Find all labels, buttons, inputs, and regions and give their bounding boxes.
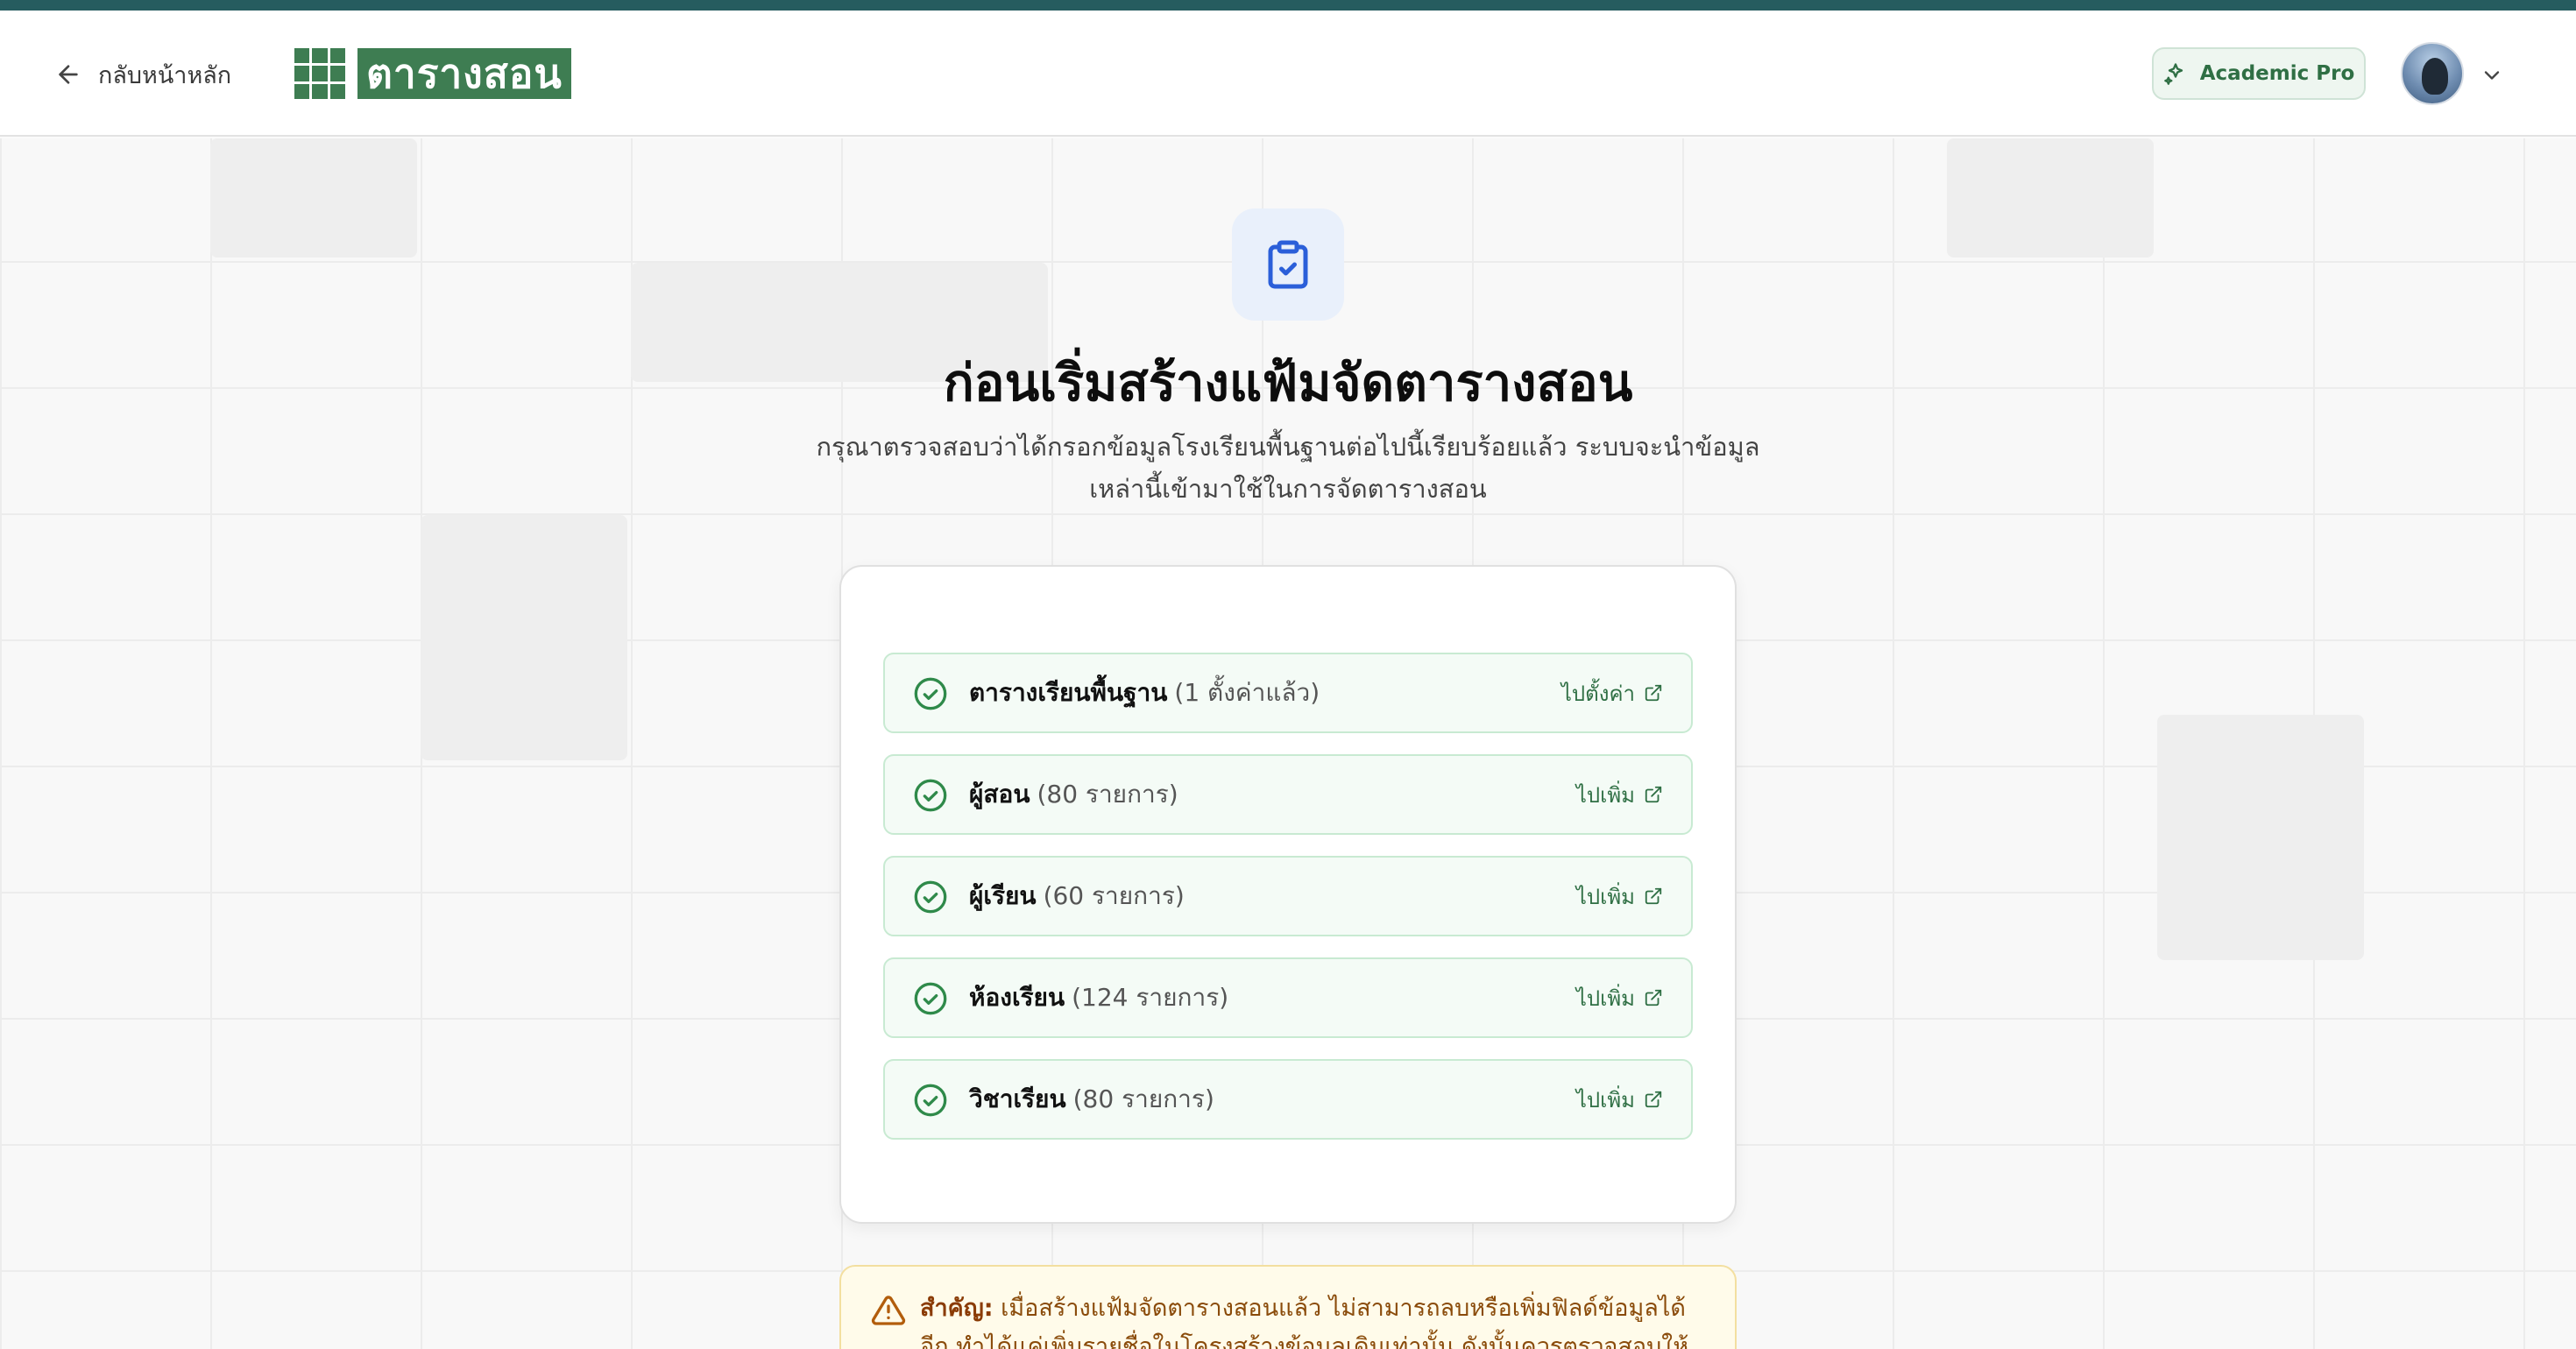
checklist-item-count: (124 รายการ)	[1072, 983, 1229, 1012]
checklist-item-label: วิชาเรียน	[969, 1084, 1066, 1113]
checklist-item-count: (1 ตั้งค่าแล้ว)	[1174, 678, 1320, 707]
checklist-item-action: ไปเพิ่ม	[1575, 884, 1635, 909]
add-teachers-link[interactable]: ไปเพิ่ม	[1576, 756, 1663, 833]
add-classrooms-link[interactable]: ไปเพิ่ม	[1576, 959, 1663, 1036]
checklist-item-base-timetable: ตารางเรียนพื้นฐาน (1 ตั้งค่าแล้ว) ไปตั้ง…	[883, 653, 1693, 733]
warning-body: เมื่อสร้างแฟ้มจัดตารางสอนแล้ว ไม่สามารถล…	[920, 1295, 1689, 1349]
warning-title: สำคัญ:	[920, 1295, 994, 1322]
add-students-link[interactable]: ไปเพิ่ม	[1576, 858, 1663, 935]
sparkles-icon	[2163, 63, 2183, 85]
important-warning-callout: สำคัญ: เมื่อสร้างแฟ้มจัดตารางสอนแล้ว ไม่…	[839, 1265, 1737, 1349]
background-decoration	[2157, 715, 2364, 960]
user-avatar[interactable]	[2401, 42, 2464, 105]
warning-text: สำคัญ: เมื่อสร้างแฟ้มจัดตารางสอนแล้ว ไม่…	[920, 1289, 1709, 1349]
checklist-item-text: ผู้สอน (80 รายการ)	[969, 756, 1178, 833]
arrow-left-icon	[59, 65, 78, 84]
check-circle-icon	[914, 880, 947, 914]
check-circle-icon	[914, 677, 947, 710]
external-link-icon	[1645, 786, 1662, 803]
plan-badge[interactable]: Academic Pro	[2152, 47, 2366, 100]
background-decoration	[1947, 138, 2154, 258]
checklist-item-label: ผู้เรียน	[969, 881, 1037, 910]
checklist-item-action: ไปเพิ่ม	[1575, 782, 1635, 808]
check-circle-icon	[914, 1084, 947, 1117]
hero-icon-tile	[1232, 208, 1344, 321]
external-link-icon	[1645, 887, 1662, 905]
plan-badge-label: Academic Pro	[2199, 62, 2355, 85]
checklist-item-count: (60 รายการ)	[1043, 881, 1185, 910]
check-circle-icon	[914, 779, 947, 812]
checklist-item-text: ผู้เรียน (60 รายการ)	[969, 858, 1185, 935]
page-subtitle: กรุณาตรวจสอบว่าได้กรอกข้อมูลโรงเรียนพื้น…	[816, 432, 1760, 504]
app-logo[interactable]: ตารางสอน	[294, 47, 571, 100]
checklist-item-classrooms: ห้องเรียน (124 รายการ) ไปเพิ่ม	[883, 957, 1693, 1038]
checklist-item-count: (80 รายการ)	[1037, 780, 1178, 809]
checklist-item-label: ผู้สอน	[969, 780, 1030, 809]
checklist-item-action: ไปตั้งค่า	[1560, 681, 1635, 706]
prerequisite-checklist-card: ตารางเรียนพื้นฐาน (1 ตั้งค่าแล้ว) ไปตั้ง…	[839, 565, 1737, 1224]
checklist-item-text: ห้องเรียน (124 รายการ)	[969, 959, 1228, 1036]
grid-logo-icon	[294, 48, 345, 99]
checklist-item-action: ไปเพิ่ม	[1575, 1087, 1635, 1112]
external-link-icon	[1645, 684, 1662, 702]
external-link-icon	[1645, 989, 1662, 1006]
checklist-item-text: วิชาเรียน (80 รายการ)	[969, 1061, 1214, 1138]
checklist-item-students: ผู้เรียน (60 รายการ) ไปเพิ่ม	[883, 856, 1693, 936]
checklist-item-label: ตารางเรียนพื้นฐาน	[969, 678, 1168, 707]
back-link-label: กลับหน้าหลัก	[98, 61, 232, 89]
external-link-icon	[1645, 1091, 1662, 1108]
logo-text: ตารางสอน	[357, 48, 571, 99]
page-title: ก่อนเริ่มสร้างแฟ้มจัดตารางสอน	[943, 353, 1633, 413]
clipboard-check-icon	[1268, 240, 1308, 289]
back-to-home-link[interactable]: กลับหน้าหลัก	[54, 54, 231, 95]
go-to-settings-link[interactable]: ไปตั้งค่า	[1561, 654, 1663, 731]
checklist-item-count: (80 รายการ)	[1072, 1084, 1214, 1113]
chevron-down-icon[interactable]	[2480, 63, 2504, 88]
top-accent-bar	[0, 0, 2576, 11]
checklist-item-action: ไปเพิ่ม	[1575, 985, 1635, 1011]
checklist-item-subjects: วิชาเรียน (80 รายการ) ไปเพิ่ม	[883, 1059, 1693, 1140]
checklist-item-text: ตารางเรียนพื้นฐาน (1 ตั้งค่าแล้ว)	[969, 654, 1320, 731]
warning-triangle-icon	[871, 1296, 906, 1325]
app-header: กลับหน้าหลัก ตารางสอน Academic Pro	[0, 11, 2576, 137]
background-decoration	[210, 138, 417, 258]
check-circle-icon	[914, 982, 947, 1015]
background-decoration	[421, 515, 627, 760]
checklist-item-teachers: ผู้สอน (80 รายการ) ไปเพิ่ม	[883, 754, 1693, 835]
checklist-item-label: ห้องเรียน	[969, 983, 1065, 1012]
add-subjects-link[interactable]: ไปเพิ่ม	[1576, 1061, 1663, 1138]
